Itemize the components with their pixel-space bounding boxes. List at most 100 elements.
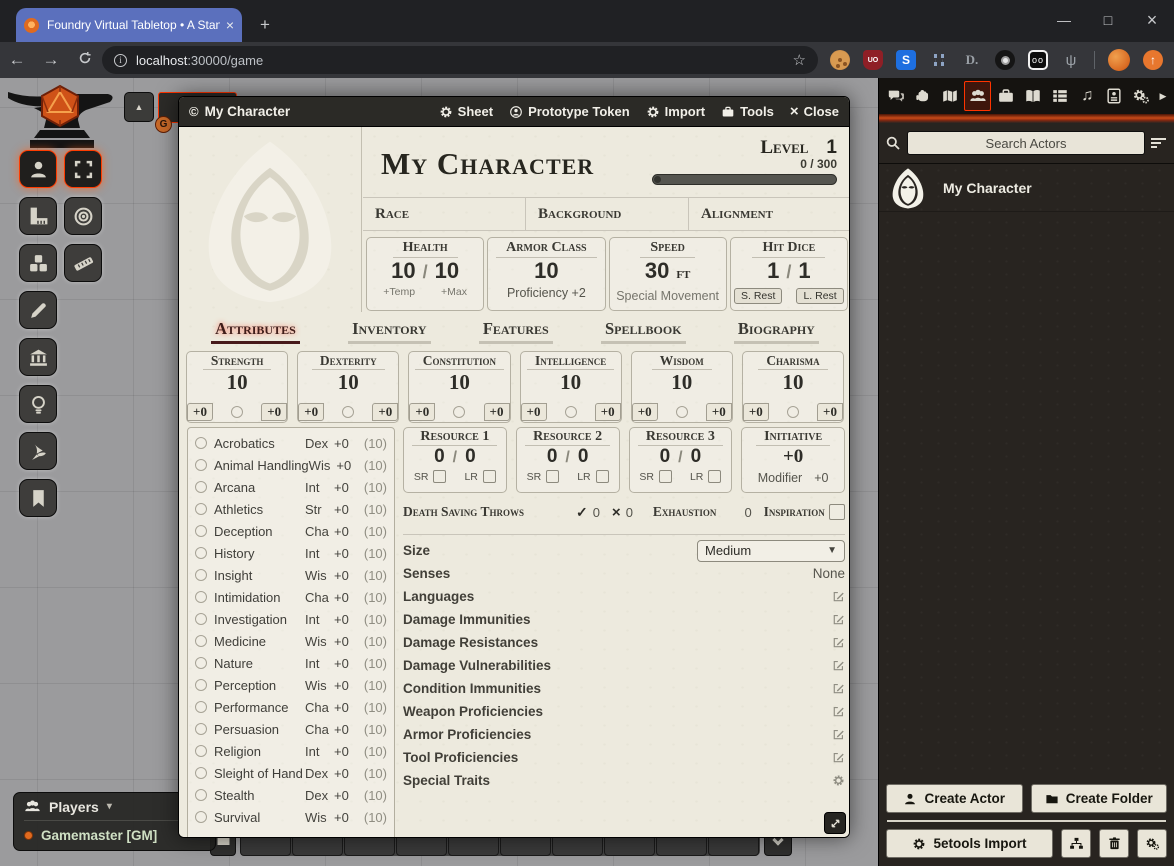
trait-row[interactable]: Tool Proficiencies (403, 746, 845, 769)
edit-icon[interactable] (832, 590, 845, 603)
resource-box[interactable]: Resource 10/0SRLR (403, 427, 507, 493)
skill-proficiency-radio[interactable] (195, 569, 207, 581)
close-icon[interactable]: × (1130, 0, 1174, 40)
exhaustion-value[interactable]: 0 (744, 505, 751, 520)
update-icon[interactable]: ↑ (1143, 50, 1163, 70)
skill-proficiency-radio[interactable] (195, 657, 207, 669)
hit-dice-current[interactable]: 1 (767, 258, 779, 284)
detail-field[interactable]: Background (526, 198, 689, 230)
ac-value[interactable]: 10 (534, 258, 558, 284)
sheet-tab[interactable]: Features (479, 319, 553, 344)
lighting-controls-button[interactable] (19, 385, 57, 423)
site-info-icon[interactable]: i (114, 54, 127, 67)
tabs-extension-icon[interactable] (929, 50, 949, 70)
sr-checkbox[interactable] (659, 470, 672, 483)
inspiration-checkbox[interactable] (829, 504, 845, 520)
skill-proficiency-radio[interactable] (195, 591, 207, 603)
hp-temp-label[interactable]: +Temp (383, 286, 415, 298)
browser-tab[interactable]: Foundry Virtual Tabletop • A Stan × (16, 8, 242, 42)
cookie-extension-icon[interactable] (830, 50, 850, 70)
ability-mod[interactable]: +0 (595, 403, 621, 421)
skill-row[interactable]: Insight Wis +0 (10) (195, 564, 387, 586)
short-rest-button[interactable]: S. Rest (734, 288, 782, 304)
resource-max[interactable]: 0 (578, 446, 589, 468)
token-controls-button[interactable] (19, 150, 57, 188)
ability-box[interactable]: Constitution 10 +0 +0 (408, 351, 510, 423)
create-folder-button[interactable]: Create Folder (1031, 784, 1168, 813)
skill-proficiency-radio[interactable] (195, 723, 207, 735)
resource-max[interactable]: 0 (465, 446, 476, 468)
maximize-icon[interactable]: □ (1086, 0, 1130, 40)
tab-scenes[interactable] (937, 81, 962, 111)
tab-settings[interactable] (1129, 81, 1154, 111)
skill-proficiency-radio[interactable] (195, 635, 207, 647)
resource-current[interactable]: 0 (434, 446, 445, 468)
skill-row[interactable]: Arcana Int +0 (10) (195, 476, 387, 498)
size-select[interactable]: Medium▼ (697, 540, 845, 562)
ability-mod[interactable]: +0 (484, 403, 510, 421)
address-bar[interactable]: i localhost:30000/game ☆ (102, 46, 818, 74)
trait-row[interactable]: Armor Proficiencies (403, 723, 845, 746)
skill-proficiency-radio[interactable] (195, 701, 207, 713)
ability-save[interactable]: +0 (298, 403, 324, 421)
measure-tool-button[interactable] (64, 244, 102, 282)
import-button[interactable]: Import (646, 104, 705, 119)
sort-filter-icon[interactable] (1151, 138, 1168, 148)
tab-compendium[interactable] (1102, 81, 1127, 111)
tab-playlists[interactable]: ♫ (1075, 81, 1100, 111)
speed-value[interactable]: 30 (645, 258, 669, 284)
edit-icon[interactable] (832, 751, 845, 764)
tab-tables[interactable] (1048, 81, 1073, 111)
gear-icon[interactable] (832, 774, 845, 787)
bookmark-star-icon[interactable]: ☆ (793, 51, 806, 69)
tab-combat[interactable] (910, 81, 935, 111)
window-header[interactable]: ©My Character Sheet Prototype Token Impo… (179, 97, 849, 127)
skill-row[interactable]: Sleight of Hand Dex +0 (10) (195, 762, 387, 784)
skill-proficiency-radio[interactable] (195, 481, 207, 493)
proficiency-toggle[interactable] (453, 406, 465, 418)
edit-icon[interactable] (832, 728, 845, 741)
ability-save[interactable]: +0 (187, 403, 213, 421)
tab-chat[interactable] (883, 81, 908, 111)
special-movement-label[interactable]: Special Movement (616, 289, 719, 303)
edit-icon[interactable] (832, 682, 845, 695)
ability-box[interactable]: Strength 10 +0 +0 (186, 351, 288, 423)
proficiency-toggle[interactable] (787, 406, 799, 418)
trait-row[interactable]: Weapon Proficiencies (403, 700, 845, 723)
search-input[interactable] (907, 131, 1145, 155)
trait-row[interactable]: Size Medium▼ Medium (403, 539, 845, 562)
hp-current[interactable]: 10 (391, 258, 415, 284)
trait-row[interactable]: Senses None None (403, 562, 845, 585)
hp-tempmax-label[interactable]: +Max (441, 286, 467, 298)
skill-row[interactable]: Religion Int +0 (10) (195, 740, 387, 762)
trait-row[interactable]: Damage Immunities (403, 608, 845, 631)
skill-row[interactable]: History Int +0 (10) (195, 542, 387, 564)
tab-journal[interactable] (1020, 81, 1045, 111)
d-extension-icon[interactable]: D. (962, 50, 982, 70)
target-tool-button[interactable] (64, 197, 102, 235)
new-tab-button[interactable]: + (252, 12, 278, 38)
death-save-success-icon[interactable]: ✓ (576, 504, 588, 521)
ability-save[interactable]: +0 (632, 403, 658, 421)
death-save-failures[interactable]: 0 (626, 505, 633, 520)
skill-proficiency-radio[interactable] (195, 437, 207, 449)
skill-row[interactable]: Medicine Wis +0 (10) (195, 630, 387, 652)
character-name-field[interactable]: My Character (381, 135, 652, 197)
sr-checkbox[interactable] (546, 470, 559, 483)
health-box[interactable]: Health 10/10 +Temp+Max (366, 237, 484, 311)
dice-tool-button[interactable] (19, 244, 57, 282)
notes-controls-button[interactable] (19, 479, 57, 517)
proficiency-toggle[interactable] (342, 406, 354, 418)
skill-row[interactable]: Persuasion Cha +0 (10) (195, 718, 387, 740)
actor-entry[interactable]: My Character (879, 164, 1174, 212)
skill-proficiency-radio[interactable] (195, 745, 207, 757)
resource-box[interactable]: Resource 30/0SRLR (629, 427, 733, 493)
character-portrait[interactable] (179, 127, 362, 312)
ability-save[interactable]: +0 (521, 403, 547, 421)
ability-mod[interactable]: +0 (372, 403, 398, 421)
skill-proficiency-radio[interactable] (195, 525, 207, 537)
skill-proficiency-radio[interactable] (195, 789, 207, 801)
minimize-icon[interactable]: — (1042, 0, 1086, 40)
initiative-modifier-value[interactable]: +0 (814, 471, 828, 485)
trait-row[interactable]: Languages (403, 585, 845, 608)
